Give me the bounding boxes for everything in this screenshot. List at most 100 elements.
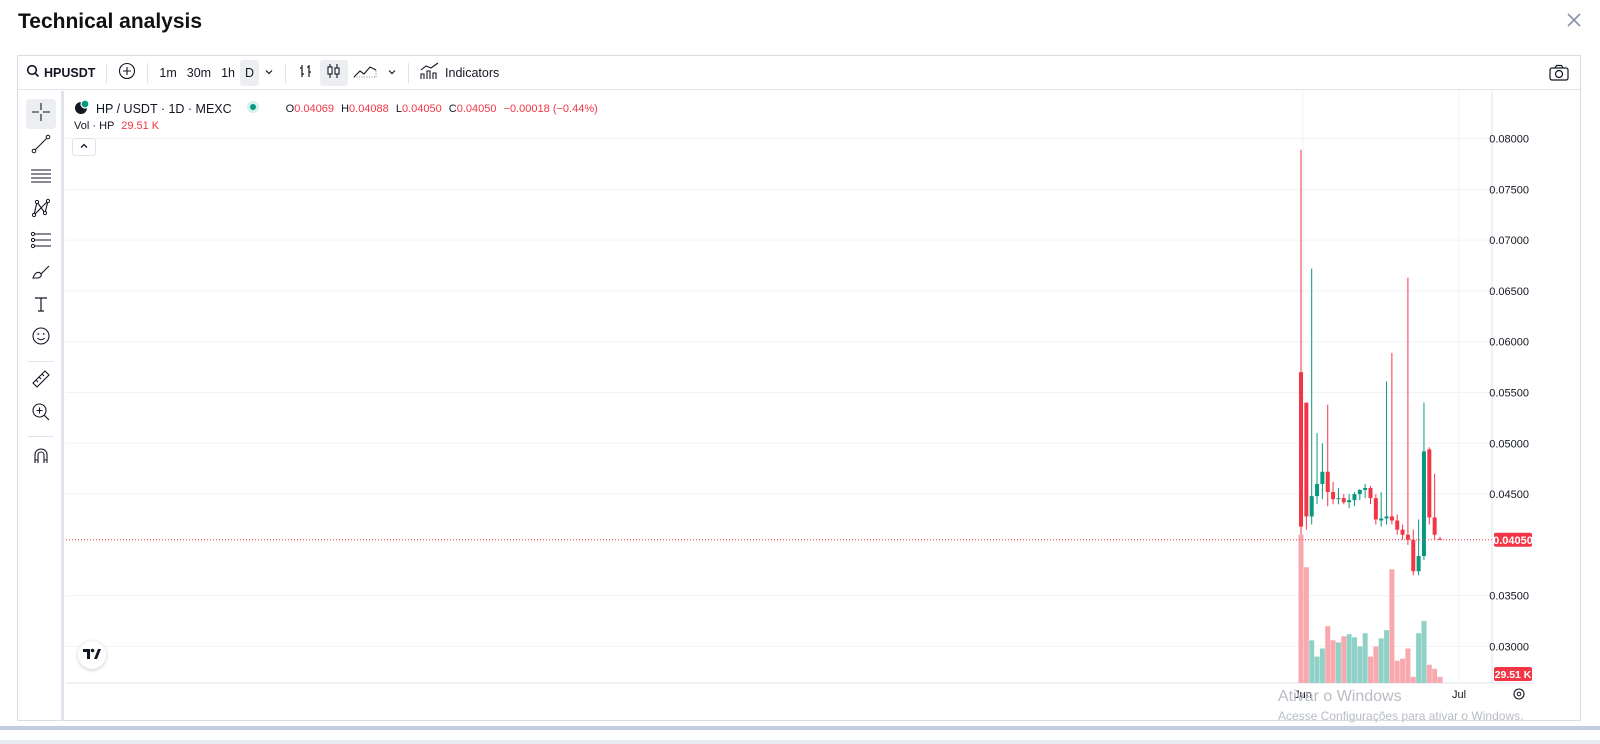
fib-retracement-tool[interactable] — [26, 227, 56, 257]
indicators-icon — [420, 62, 440, 83]
price-chart[interactable]: 0.08000 0.07500 0.07000 0.06500 0.06000 0.055… — [66, 91, 1534, 721]
tradingview-logo[interactable] — [78, 641, 106, 669]
bars-style-button[interactable] — [292, 60, 320, 86]
brush-icon — [31, 262, 51, 287]
candles-style-button[interactable] — [320, 59, 349, 86]
toolbar-divider — [106, 62, 108, 83]
crosshair-icon — [31, 102, 51, 127]
y-tick-label: 0.03000 — [1489, 641, 1529, 653]
measure-tool[interactable] — [26, 366, 56, 396]
volume-bar — [1437, 676, 1443, 683]
toolbar-divider — [28, 361, 54, 362]
interval-30m[interactable]: 30m — [182, 60, 216, 86]
chevron-up-icon — [79, 138, 89, 156]
horizontal-lines-tool[interactable] — [26, 163, 56, 193]
last-volume-label: 29.51 K — [1495, 669, 1532, 681]
volume-bar — [1303, 567, 1309, 683]
candle-body — [1347, 500, 1352, 503]
ruler-icon — [31, 369, 51, 394]
volume-bar — [1405, 648, 1411, 683]
volume-bar — [1357, 646, 1363, 683]
volume-bar — [1394, 660, 1400, 683]
interval-d[interactable]: D — [240, 59, 260, 86]
candle-body — [1363, 487, 1368, 491]
close-icon[interactable] — [1564, 10, 1584, 30]
y-tick-label: 0.05000 — [1489, 438, 1529, 450]
candle-body — [1411, 539, 1416, 572]
zoom-in-tool[interactable] — [26, 399, 56, 429]
volume-bar — [1298, 534, 1304, 683]
emoji-tool[interactable] — [26, 323, 56, 353]
volume-bar — [1426, 664, 1432, 683]
crosshair-tool[interactable] — [26, 99, 56, 129]
change-value: −0.00018 (−0.44%) — [503, 102, 598, 115]
brush-tool[interactable] — [26, 259, 56, 289]
screenshot-button[interactable] — [1548, 62, 1570, 84]
area-style-button[interactable] — [348, 60, 382, 86]
pattern-tool[interactable] — [26, 195, 56, 225]
compare-button[interactable] — [113, 60, 141, 86]
candle-body — [1352, 494, 1357, 501]
candle-body — [1357, 490, 1362, 495]
symbol-search-button[interactable]: HPUSDT — [18, 60, 100, 86]
zoom-in-icon — [31, 402, 51, 427]
volume-label: Vol · HP — [74, 120, 115, 132]
interval-1m[interactable]: 1m — [154, 60, 181, 86]
open-label: O — [285, 102, 295, 115]
trend-line-tool[interactable] — [26, 131, 56, 161]
settings-gear-icon[interactable] — [1513, 688, 1525, 700]
volume-bar — [1362, 633, 1368, 683]
camera-icon — [1548, 64, 1570, 87]
interval-dropdown[interactable] — [259, 60, 279, 86]
volume-bar — [1373, 646, 1379, 683]
fib-icon — [30, 230, 52, 255]
toolbar-divider — [28, 436, 54, 437]
text-tool[interactable] — [26, 291, 56, 321]
volume-bar — [1416, 633, 1422, 683]
bars-icon — [297, 62, 315, 83]
magnet-tool[interactable] — [26, 443, 56, 473]
volume-bar — [1389, 569, 1395, 683]
market-status-icon — [246, 100, 260, 117]
volume-bar — [1432, 668, 1438, 683]
candle-body — [1336, 498, 1341, 500]
toolbar-divider — [147, 62, 149, 83]
volume-bar — [1368, 656, 1373, 683]
volume-bar — [1384, 630, 1390, 683]
taskbar-edge — [0, 726, 1600, 730]
chart-style-dropdown[interactable] — [382, 60, 402, 86]
volume-bar — [1378, 638, 1384, 683]
high-label: H — [341, 102, 350, 115]
candle-body — [1421, 451, 1426, 557]
volume-bar — [1319, 648, 1325, 683]
candle-body — [1341, 498, 1346, 503]
windows-activation-subtitle: Acesse Configurações para ativar o Windo… — [1278, 709, 1524, 723]
add-symbol-icon — [118, 62, 136, 83]
low-value: 0.04050 — [401, 102, 442, 115]
volume-bar — [1346, 634, 1352, 683]
y-tick-label: 0.07500 — [1489, 184, 1529, 196]
magnet-icon — [31, 446, 51, 471]
volume-bar — [1325, 626, 1331, 683]
chart-toolbar: HPUSDT 1m 30m 1h D Indicators — [18, 56, 1580, 90]
legend-collapse-button[interactable] — [72, 138, 96, 156]
candle-body — [1368, 487, 1373, 499]
chart-widget: HPUSDT 1m 30m 1h D Indicators 0.08000 0.… — [17, 55, 1581, 721]
volume-bar — [1330, 640, 1336, 683]
volume-value: 29.51 K — [121, 120, 160, 132]
toolbar-divider — [408, 62, 410, 83]
technical-analysis-modal: Technical analysis HPUSDT 1m 30m 1h D In… — [0, 0, 1600, 740]
close-label: C — [448, 102, 457, 115]
y-tick-label: 0.05500 — [1489, 388, 1529, 400]
volume-legend: Vol · HP 29.51 K — [74, 120, 159, 132]
area-chart-icon — [353, 62, 377, 83]
candle-body — [1405, 534, 1410, 540]
y-tick-label: 0.07000 — [1489, 235, 1529, 247]
y-tick-label: 0.03500 — [1489, 591, 1529, 603]
last-price-label: 0.04050 — [1493, 535, 1533, 547]
indicators-button[interactable]: Indicators — [415, 60, 504, 86]
interval-1h[interactable]: 1h — [216, 60, 240, 86]
candle-body — [1400, 529, 1405, 535]
chart-pane[interactable]: 0.08000 0.07500 0.07000 0.06500 0.06000 0.055… — [66, 91, 1534, 721]
candle-body — [1315, 483, 1320, 497]
